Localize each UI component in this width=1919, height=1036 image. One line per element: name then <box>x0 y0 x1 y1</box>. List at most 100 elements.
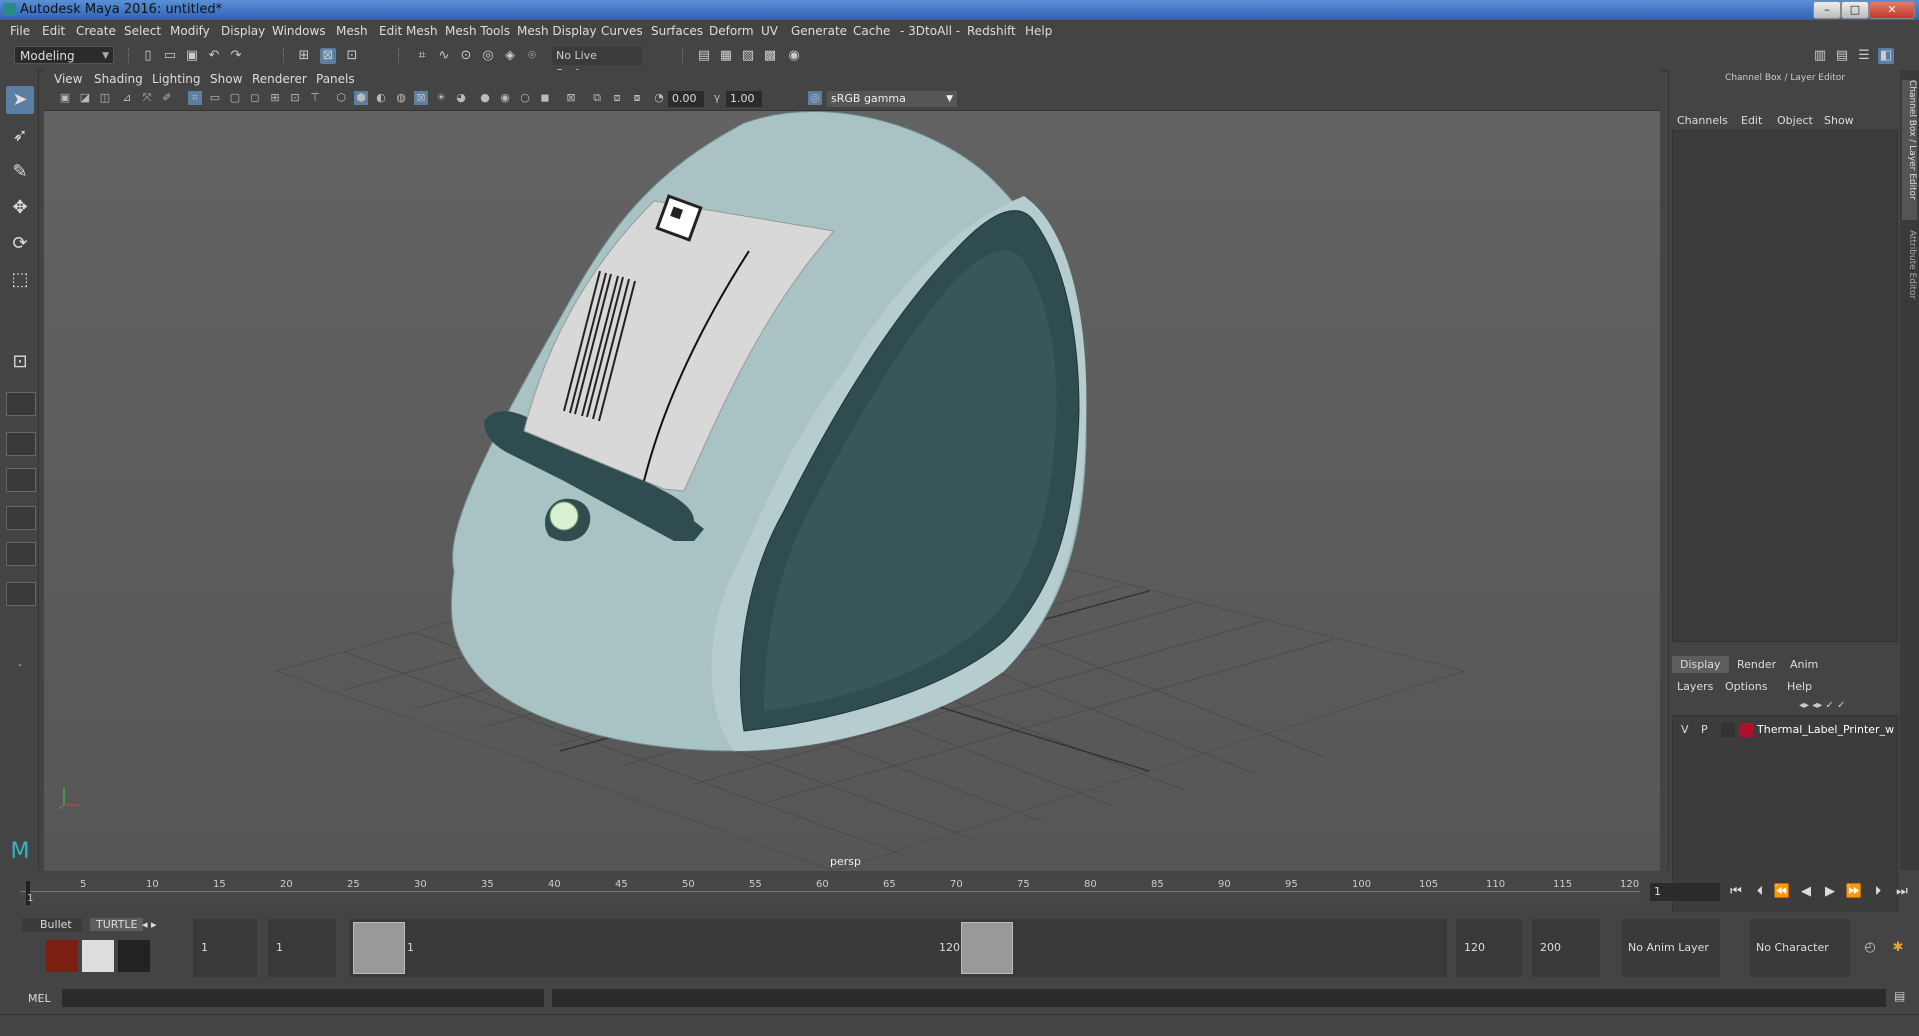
shelf-clouds-icon[interactable] <box>82 940 114 972</box>
menu-uv[interactable]: UV <box>761 24 778 38</box>
vp-menu-renderer[interactable]: Renderer <box>252 72 307 86</box>
layer-name[interactable]: Thermal_Label_Printer_w <box>1757 723 1894 736</box>
menu-mesh-tools[interactable]: Mesh Tools <box>445 24 510 38</box>
menu-redshift[interactable]: Redshift <box>967 24 1016 38</box>
menu-generate[interactable]: Generate <box>791 24 847 38</box>
ipr-render-icon[interactable]: ▧ <box>740 48 756 64</box>
viewport-persp[interactable] <box>44 111 1660 871</box>
modeling-toolkit-icon[interactable]: ▥ <box>1812 48 1828 64</box>
minimize-button[interactable]: – <box>1813 1 1841 19</box>
close-button[interactable]: ✕ <box>1869 1 1915 19</box>
side-tab-attribute-editor[interactable]: Attribute Editor <box>1902 230 1917 330</box>
start-time-field[interactable]: 1 <box>193 919 257 977</box>
playback-start-field[interactable]: 1 <box>268 919 336 977</box>
resolution-gate-icon[interactable]: ▢ <box>228 91 242 105</box>
menu-modify[interactable]: Modify <box>170 24 210 38</box>
step-back-key-icon[interactable]: ⏪ <box>1772 884 1792 902</box>
menu-edit[interactable]: Edit <box>42 24 65 38</box>
xray-active-icon[interactable]: ⧇ <box>630 91 644 105</box>
go-to-start-icon[interactable]: ⏮ <box>1726 884 1746 902</box>
maximize-button[interactable]: □ <box>1841 1 1869 19</box>
open-scene-icon[interactable]: ▭ <box>162 48 178 64</box>
xray-icon[interactable]: ⧉ <box>590 91 604 105</box>
layer-type-toggle[interactable] <box>1721 723 1735 737</box>
menu-file[interactable]: File <box>10 24 30 38</box>
side-tab-channel-box[interactable]: Channel Box / Layer Editor <box>1902 80 1917 220</box>
scale-tool-icon[interactable]: ⬚ <box>6 266 34 294</box>
camera-select-icon[interactable]: ▣ <box>58 91 72 105</box>
layer-menu-help[interactable]: Help <box>1787 680 1812 693</box>
tab-display[interactable]: Display <box>1672 656 1729 673</box>
menu-cache[interactable]: Cache <box>853 24 890 38</box>
current-frame-field[interactable]: 1 <box>1650 883 1720 901</box>
step-forward-key-icon[interactable]: ⏩ <box>1844 884 1864 902</box>
shelf-tab-turtle[interactable]: TURTLE <box>90 918 144 931</box>
layer-color-swatch[interactable] <box>1739 723 1753 737</box>
color-management-icon[interactable]: ◎ <box>808 91 822 105</box>
auto-key-icon[interactable]: ◴ <box>1862 940 1878 956</box>
menu-mesh[interactable]: Mesh <box>336 24 368 38</box>
wireframe-on-shaded-icon[interactable]: ◍ <box>394 91 408 105</box>
single-perspective-layout-icon[interactable]: ⊡ <box>6 348 34 376</box>
snap-curve-icon[interactable]: ∿ <box>436 48 452 64</box>
shadows-icon[interactable]: ◕ <box>454 91 468 105</box>
menu-deform[interactable]: Deform <box>709 24 754 38</box>
end-time-field[interactable]: 200 <box>1532 919 1600 977</box>
render-settings-icon[interactable]: ▩ <box>762 48 778 64</box>
menu-3dtoall[interactable]: - 3DtoAll - <box>900 24 960 38</box>
cb-menu-object[interactable]: Object <box>1777 114 1813 127</box>
tool-settings-icon[interactable]: ☰ <box>1856 48 1872 64</box>
layer-menu-layers[interactable]: Layers <box>1677 680 1713 693</box>
exposure-icon[interactable]: ◔ <box>652 91 666 105</box>
gate-mask-icon[interactable]: ◻ <box>248 91 262 105</box>
new-scene-icon[interactable]: ▯ <box>140 48 156 64</box>
select-hierarchy-icon[interactable]: ⊞ <box>296 48 312 64</box>
field-chart-icon[interactable]: ⊞ <box>268 91 282 105</box>
snap-point-icon[interactable]: ⊙ <box>458 48 474 64</box>
snap-view-plane-icon[interactable]: ◈ <box>502 48 518 64</box>
vp-menu-panels[interactable]: Panels <box>316 72 355 86</box>
cb-menu-show[interactable]: Show <box>1824 114 1854 127</box>
play-backwards-icon[interactable]: ◀ <box>1796 884 1816 902</box>
command-input[interactable] <box>62 989 544 1007</box>
anti-aliasing-icon[interactable]: ○ <box>518 91 532 105</box>
safe-action-icon[interactable]: ⊡ <box>288 91 302 105</box>
persp-graph-layout-icon[interactable] <box>6 432 36 456</box>
shelf-sphere-icon[interactable] <box>118 940 150 972</box>
select-component-icon[interactable]: ⊡ <box>344 48 360 64</box>
playback-range-slider[interactable]: 1 120 <box>349 919 1447 977</box>
color-space-select[interactable]: sRGB gamma ▼ <box>827 91 957 107</box>
render-view-icon[interactable]: ▤ <box>696 48 712 64</box>
hypershade-icon[interactable]: ◉ <box>786 48 802 64</box>
custom-layout-icon[interactable] <box>6 582 36 606</box>
save-scene-icon[interactable]: ▣ <box>184 48 200 64</box>
shelf-tab-bullet[interactable]: Bullet <box>40 918 72 931</box>
gamma-icon[interactable]: γ <box>710 91 724 105</box>
wireframe-icon[interactable]: ⬡ <box>334 91 348 105</box>
tab-anim[interactable]: Anim <box>1782 656 1826 673</box>
hypershade-layout-icon[interactable] <box>6 542 36 566</box>
anim-preferences-icon[interactable]: ✱ <box>1890 940 1906 956</box>
menu-curves[interactable]: Curves <box>601 24 643 38</box>
layer-row[interactable]: V P Thermal_Label_Printer_w <box>1677 722 1895 738</box>
use-default-material-icon[interactable]: ◐ <box>374 91 388 105</box>
menu-help[interactable]: Help <box>1025 24 1052 38</box>
step-back-frame-icon[interactable]: ⏴ <box>1750 884 1770 902</box>
grid-icon[interactable]: ⌗ <box>188 91 202 105</box>
snap-projected-icon[interactable]: ◎ <box>480 48 496 64</box>
vp-menu-view[interactable]: View <box>54 72 82 86</box>
screen-space-ao-icon[interactable]: ● <box>478 91 492 105</box>
cb-menu-channels[interactable]: Channels <box>1677 114 1728 127</box>
cb-menu-edit[interactable]: Edit <box>1741 114 1762 127</box>
motion-blur-icon[interactable]: ◉ <box>498 91 512 105</box>
paint-select-tool-icon[interactable]: ✎ <box>6 158 34 186</box>
safe-title-icon[interactable]: ⊤ <box>308 91 322 105</box>
command-language-label[interactable]: MEL <box>28 992 51 1005</box>
channel-box-toggle-icon[interactable]: ◧ <box>1878 48 1894 64</box>
textured-icon[interactable]: ⊠ <box>414 91 428 105</box>
render-frame-icon[interactable]: ▦ <box>718 48 734 64</box>
film-gate-icon[interactable]: ▭ <box>208 91 222 105</box>
image-plane-icon[interactable]: ⊿ <box>120 91 134 105</box>
live-surface-field[interactable]: No Live Surface <box>552 47 642 80</box>
layer-visibility-toggle[interactable]: V <box>1681 723 1689 736</box>
